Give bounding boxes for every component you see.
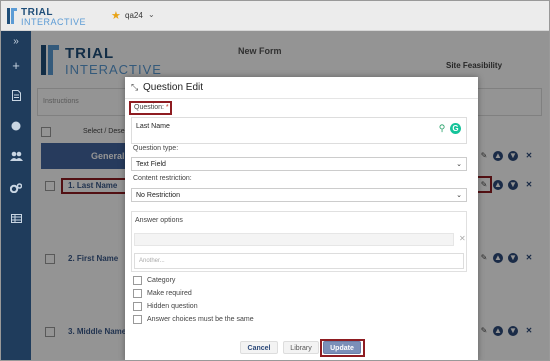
answer-option-input[interactable]: [134, 233, 454, 246]
checkbox-box[interactable]: [133, 276, 142, 285]
users-icon[interactable]: [1, 145, 31, 167]
app-window: TRIAL INTERACTIVE ★ qa24 ⌄ » + TRIAL INT…: [0, 0, 550, 361]
required-mark: *: [165, 104, 169, 111]
question-type-value: Text Field: [136, 161, 166, 168]
dialog-title: Question Edit: [143, 82, 204, 93]
grammarly-icon[interactable]: G: [450, 123, 461, 134]
logo-text-bottom: INTERACTIVE: [21, 17, 87, 27]
chevron-down-icon: ⌄: [456, 192, 462, 199]
app-logo[interactable]: TRIAL INTERACTIVE: [7, 6, 91, 27]
cancel-button[interactable]: Cancel: [240, 341, 278, 354]
star-icon[interactable]: ★: [111, 9, 121, 22]
checkbox-label: Hidden question: [147, 303, 198, 310]
checkbox-box[interactable]: [133, 289, 142, 298]
question-field-label: Question: *: [134, 104, 169, 111]
checkbox-box[interactable]: [133, 315, 142, 324]
checkbox-label: Answer choices must be the same: [147, 316, 254, 323]
content-restriction-value: No Restriction: [136, 192, 180, 199]
library-button[interactable]: Library: [283, 341, 319, 354]
plus-icon[interactable]: +: [1, 55, 31, 77]
resize-icon: ⤡: [131, 82, 139, 92]
question-input[interactable]: Last Name: [131, 117, 467, 144]
content-restriction-select[interactable]: No Restriction ⌄: [131, 188, 467, 202]
another-option-input[interactable]: Another...: [134, 253, 464, 269]
checkbox-box[interactable]: [133, 302, 142, 311]
dialog-footer: Cancel Library Update: [125, 339, 478, 357]
answer-choices-same-checkbox[interactable]: Answer choices must be the same: [133, 315, 433, 325]
chevron-down-icon: ⌄: [456, 161, 462, 168]
top-bar: TRIAL INTERACTIVE ★ qa24 ⌄: [1, 1, 549, 31]
user-name[interactable]: qa24: [125, 11, 143, 20]
double-chevron-right-icon[interactable]: »: [1, 31, 31, 53]
document-icon[interactable]: [1, 85, 31, 107]
checkbox-label: Category: [147, 277, 176, 284]
checkbox-label: Make required: [147, 290, 192, 297]
answer-options-label: Answer options: [135, 217, 183, 224]
question-label-text: Question:: [134, 104, 164, 111]
sidebar: » +: [1, 31, 31, 360]
dialog-header: ⤡ Question Edit: [125, 77, 478, 99]
lightbulb-icon[interactable]: ⚲: [437, 123, 447, 133]
gears-icon[interactable]: [1, 177, 31, 199]
chevron-down-icon[interactable]: ⌄: [148, 10, 155, 19]
remove-option-icon[interactable]: ✕: [459, 234, 466, 243]
logo-mark-icon: [7, 8, 17, 24]
make-required-checkbox[interactable]: Make required: [133, 289, 433, 299]
hidden-question-checkbox[interactable]: Hidden question: [133, 302, 433, 312]
category-checkbox[interactable]: Category: [133, 276, 433, 286]
content-restriction-label: Content restriction:: [133, 175, 192, 182]
highlight-box: [320, 339, 365, 357]
question-type-label: Question type:: [133, 145, 179, 152]
circle-icon[interactable]: [1, 115, 31, 137]
question-edit-dialog: ⤡ Question Edit Question: * Last Name ⚲ …: [125, 77, 478, 360]
question-type-select[interactable]: Text Field ⌄: [131, 157, 467, 171]
table-icon[interactable]: [1, 207, 31, 229]
